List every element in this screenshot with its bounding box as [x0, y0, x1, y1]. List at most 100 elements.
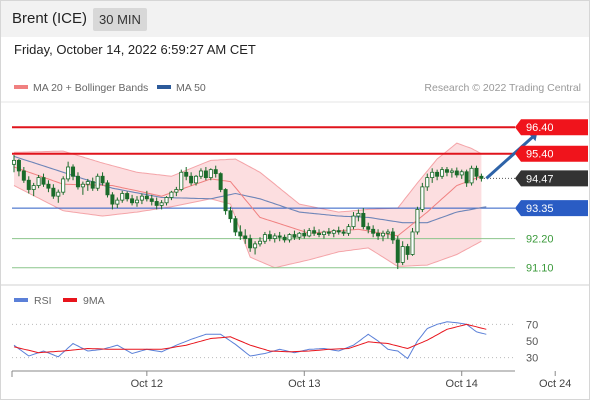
candle-body: [469, 167, 474, 184]
ma50-legend-swatch: [157, 85, 171, 89]
rsi-ma-legend-swatch: [63, 298, 77, 302]
candle-body: [351, 215, 356, 228]
candle-body: [149, 198, 154, 202]
candle-body: [395, 239, 400, 263]
candle-body: [253, 243, 258, 249]
candle-body: [430, 171, 435, 178]
candle: [179, 169, 184, 192]
x-axis-tick-label: Oct 14: [446, 378, 478, 390]
candle-body: [223, 189, 228, 212]
candle-body: [287, 234, 292, 241]
rsi-line: [13, 321, 487, 360]
candle-body: [282, 236, 287, 241]
candle-body: [233, 218, 238, 233]
candle-body: [243, 235, 248, 239]
resistance-level-label: 96.40: [526, 122, 554, 134]
candle-body: [277, 235, 282, 238]
candle-body: [297, 232, 302, 238]
candle-body: [71, 166, 76, 177]
candle-body: [154, 201, 159, 206]
current-price-label: 94.47: [526, 173, 554, 185]
candle-body: [440, 169, 445, 177]
candle-body: [346, 226, 351, 234]
candle-body: [198, 170, 203, 177]
candle: [105, 180, 110, 198]
candle-body: [415, 209, 420, 233]
rsi-tick-label: 30: [526, 353, 538, 365]
ma20-legend-swatch: [14, 85, 28, 89]
candle-body: [184, 171, 189, 177]
candle-body: [366, 226, 371, 230]
candle-body: [80, 183, 85, 188]
candle-body: [208, 169, 213, 178]
candle-body: [474, 167, 479, 177]
candle-body: [61, 178, 66, 193]
candle-body: [420, 186, 425, 210]
candle-body: [26, 179, 31, 190]
candle-body: [179, 171, 184, 190]
candle-body: [169, 191, 174, 198]
ma20-legend-label: MA 20 + Bollinger Bands: [33, 82, 148, 94]
candle-body: [435, 171, 440, 177]
candle-body: [75, 175, 80, 188]
candle-body: [317, 232, 322, 235]
candle-body: [464, 171, 469, 184]
x-axis-tick-label: Oct 13: [288, 378, 320, 390]
candle-body: [100, 175, 105, 184]
rsi-ma-line: [13, 323, 487, 354]
candle-body: [16, 159, 21, 172]
candle-body: [228, 210, 233, 220]
rsi-legend: RSI 9MA: [14, 295, 105, 307]
candle-body: [267, 234, 272, 239]
candle-body: [257, 240, 262, 245]
candle-body: [213, 169, 218, 175]
pivot-level-label: 93.35: [526, 203, 554, 215]
candle-body: [292, 234, 297, 238]
candle: [233, 216, 238, 236]
candle: [95, 173, 100, 191]
candle-body: [31, 185, 36, 190]
candle-body: [380, 232, 385, 237]
candle-body: [371, 228, 376, 234]
candle-body: [326, 231, 331, 234]
candle-body: [159, 202, 164, 206]
rsi-tick-label: 70: [526, 319, 538, 331]
candle: [228, 206, 233, 223]
candle-body: [272, 235, 277, 239]
candle-body: [341, 231, 346, 234]
candle-body: [134, 199, 139, 204]
copyright-text: Research © 2022 Trading Central: [424, 82, 581, 94]
candle-body: [425, 177, 430, 188]
candle-body: [36, 177, 41, 186]
candle-body: [51, 187, 56, 197]
candle-body: [262, 234, 267, 242]
ma50-legend-label: MA 50: [176, 82, 206, 94]
candle-body: [444, 169, 449, 173]
candle-body: [400, 246, 405, 263]
candle-body: [218, 173, 223, 190]
candle-body: [95, 175, 100, 189]
rsi-tick-label: 50: [526, 336, 538, 348]
candle-body: [238, 231, 243, 237]
candle-body: [385, 231, 390, 234]
candle-body: [90, 181, 95, 189]
candle-body: [105, 182, 110, 196]
candle-body: [248, 238, 253, 249]
candle-body: [410, 231, 415, 255]
price-chart: MA 20 + Bollinger Bands MA 50 Research ©…: [1, 82, 589, 390]
candle-body: [174, 189, 179, 193]
candle-body: [449, 170, 454, 173]
rsi-legend-label: RSI: [34, 295, 52, 307]
candle-body: [361, 212, 366, 228]
x-axis-tick-label: Oct 12: [131, 378, 163, 390]
price-legend: MA 20 + Bollinger Bands MA 50 Research ©…: [14, 82, 581, 94]
resistance-level-label: 95.40: [526, 149, 554, 161]
candle-body: [144, 195, 149, 200]
candle-body: [390, 231, 395, 241]
x-axis: Oct 12 Oct 13 Oct 14 Oct 24: [11, 370, 571, 390]
candle-body: [459, 171, 464, 176]
candle: [469, 165, 474, 186]
candle-body: [139, 195, 144, 201]
candle-body: [164, 197, 169, 204]
candle-body: [356, 212, 361, 217]
